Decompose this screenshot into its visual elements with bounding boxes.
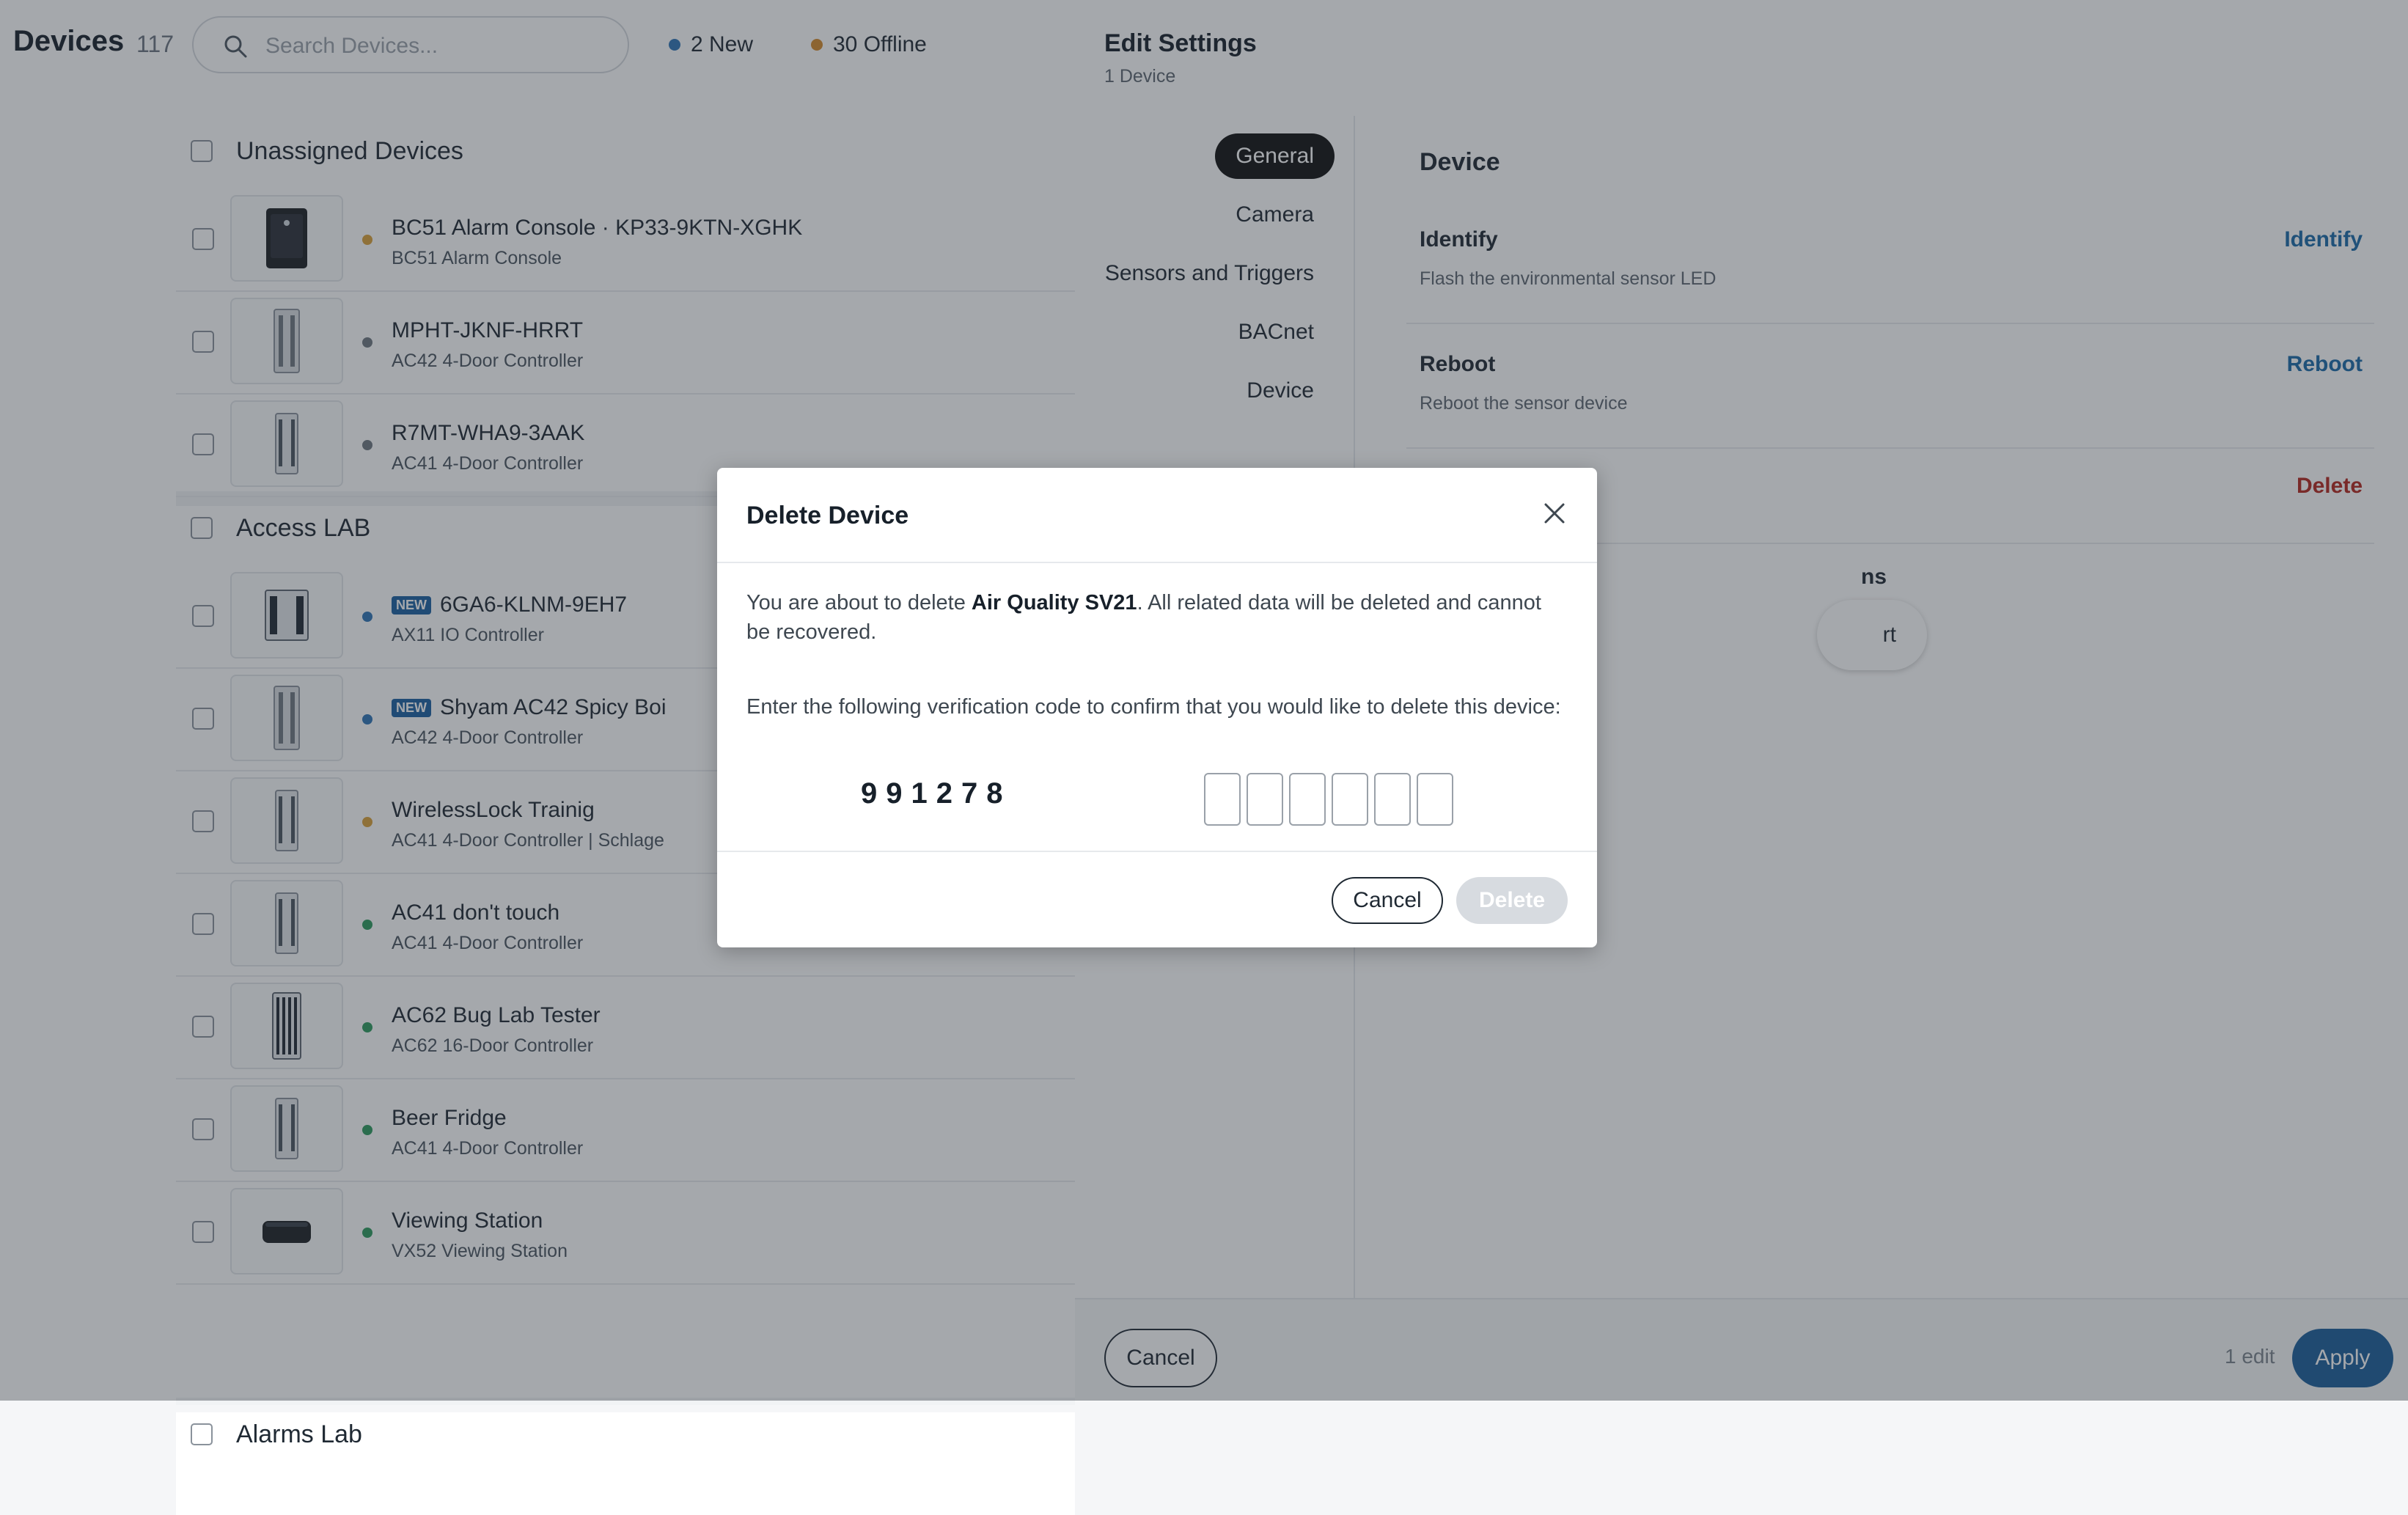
device-to-delete: Air Quality SV21	[971, 591, 1137, 615]
code-digit-input[interactable]	[1332, 773, 1368, 826]
modal-title: Delete Device	[746, 502, 909, 529]
modal-cancel-button[interactable]: Cancel	[1332, 877, 1443, 924]
code-digit-input[interactable]	[1417, 773, 1453, 826]
close-icon[interactable]	[1541, 500, 1568, 527]
modal-divider	[717, 851, 1597, 852]
delete-warning-text: You are about to delete Air Quality SV21…	[746, 588, 1568, 647]
code-digit-input[interactable]	[1374, 773, 1411, 826]
code-digit-input[interactable]	[1289, 773, 1326, 826]
code-digit-input[interactable]	[1204, 773, 1241, 826]
group-checkbox[interactable]	[191, 1423, 213, 1445]
modal-delete-button[interactable]: Delete	[1456, 877, 1568, 924]
delete-device-modal: Delete Device You are about to delete Ai…	[717, 468, 1597, 947]
verification-code: 991278	[861, 777, 1012, 810]
modal-divider	[717, 562, 1597, 563]
group-header: Alarms Lab	[191, 1412, 362, 1456]
group-title: Alarms Lab	[236, 1420, 362, 1448]
device-group-alarms-lab: Alarms Lab	[176, 1412, 1075, 1515]
warning-prefix: You are about to delete	[746, 591, 972, 615]
code-digit-input[interactable]	[1247, 773, 1283, 826]
verification-code-inputs	[1204, 773, 1453, 826]
verification-prompt: Enter the following verification code to…	[746, 695, 1561, 719]
